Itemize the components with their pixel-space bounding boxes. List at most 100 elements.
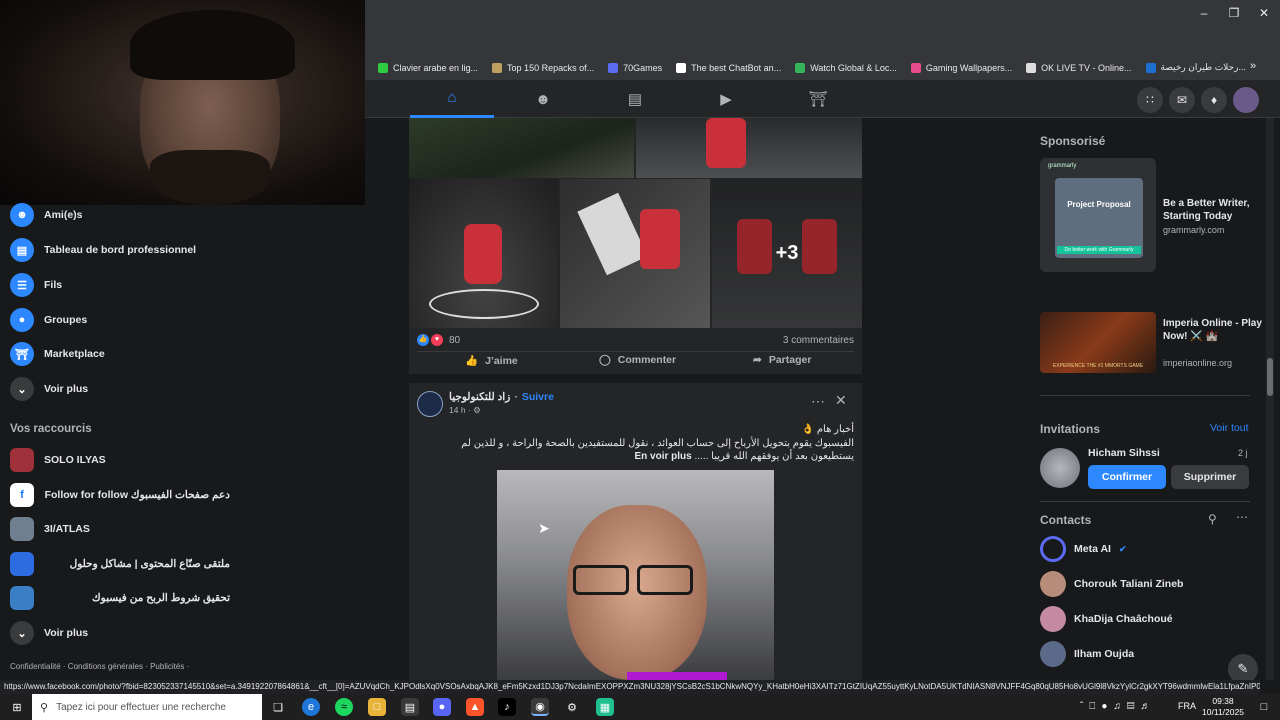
- bookmarks-overflow-icon[interactable]: »: [1250, 60, 1256, 72]
- notification-center-icon[interactable]: □: [1255, 698, 1273, 716]
- brave-icon[interactable]: ▲: [466, 698, 484, 716]
- chrome-icon[interactable]: ◉: [531, 698, 549, 716]
- feed-post-text: زاد للتكنولوجيا · Suivre 14 h · ⚙ ⋯ ✕ أخ…: [409, 383, 862, 680]
- messenger-icon[interactable]: ✉: [1169, 87, 1195, 113]
- bookmark-item[interactable]: OK LIVE TV - Online...: [1026, 62, 1132, 73]
- contact-item[interactable]: KhaDija Chaâchoué: [1040, 605, 1173, 633]
- bookmark-label: رحلات طيران رخيصة...: [1160, 62, 1246, 72]
- left-nav-item[interactable]: ● Groupes: [10, 305, 87, 335]
- left-nav-item[interactable]: ☰ Fils: [10, 270, 62, 300]
- contact-item[interactable]: Chorouk Taliani Zineb: [1040, 570, 1183, 598]
- bookmark-item[interactable]: 70Games: [608, 62, 662, 73]
- file-explorer-icon[interactable]: □: [368, 698, 386, 716]
- comment-button[interactable]: ◯ Commenter: [599, 354, 676, 366]
- shortcut-item[interactable]: ملتقى صنّاع المحتوى | مشاكل وحلول: [10, 549, 230, 579]
- shortcut-label: SOLO ILYAS: [44, 454, 106, 466]
- delete-button[interactable]: Supprimer: [1171, 465, 1249, 489]
- share-button[interactable]: ➦ Partager: [753, 354, 811, 366]
- footer-links[interactable]: Confidentialité · Conditions générales ·…: [10, 662, 189, 671]
- invite-time: 2 j: [1238, 448, 1248, 458]
- post-photo-2[interactable]: [636, 118, 862, 178]
- follow-link[interactable]: Suivre: [522, 391, 554, 403]
- invite-name[interactable]: Hicham Sihssi: [1088, 447, 1160, 459]
- shortcut-item[interactable]: 3I/ATLAS: [10, 514, 90, 544]
- ad-imperia-image[interactable]: EXPERIENCE THE #1 MMORTS GAME: [1040, 312, 1156, 373]
- shortcut-item[interactable]: f Follow for follow دعم صفحات الفيسبوك: [10, 480, 230, 510]
- comment-bubble-icon: ◯: [599, 354, 611, 366]
- left-nav-item[interactable]: ▤ Tableau de bord professionnel: [10, 235, 196, 265]
- bookmark-item[interactable]: The best ChatBot an...: [676, 62, 781, 73]
- contacts-options-icon[interactable]: ⋯: [1236, 510, 1248, 524]
- left-nav-item[interactable]: ☻ Ami(e)s: [10, 200, 83, 230]
- bookmark-favicon-icon: [910, 62, 921, 73]
- windows-start-icon[interactable]: ⊞: [8, 698, 26, 716]
- contact-name: KhaDija Chaâchoué: [1074, 613, 1173, 625]
- ad-imperia-title[interactable]: Imperia Online - Play Now! ⚔️ 🏰: [1163, 317, 1268, 343]
- post-photo-1[interactable]: [409, 118, 634, 178]
- video-tab-icon[interactable]: ▶: [684, 80, 768, 118]
- taskbar-search[interactable]: ⚲ Tapez ici pour effectuer une recherche: [32, 694, 262, 720]
- store-icon[interactable]: ▤: [401, 698, 419, 716]
- confirm-button[interactable]: Confirmer: [1088, 465, 1166, 489]
- scrollbar[interactable]: [1266, 118, 1274, 680]
- post-image[interactable]: [497, 470, 774, 680]
- contact-avatar: [1040, 571, 1066, 597]
- page-avatar[interactable]: [417, 391, 443, 417]
- search-icon: ⚲: [40, 701, 49, 714]
- notifications-bell-icon[interactable]: ♦: [1201, 87, 1227, 113]
- close-post-icon[interactable]: ✕: [835, 392, 847, 409]
- ad-grammarly-title[interactable]: Be a Better Writer, Starting Today: [1163, 197, 1268, 223]
- shortcut-item[interactable]: SOLO ILYAS: [10, 445, 106, 475]
- shortcut-item[interactable]: ⌄ Voir plus: [10, 618, 88, 648]
- steam-icon[interactable]: ⚙: [563, 698, 581, 716]
- friends-tab-icon[interactable]: ☻: [501, 80, 585, 118]
- app-icon[interactable]: ▦: [596, 698, 614, 716]
- left-nav-item[interactable]: ⌄ Voir plus: [10, 374, 88, 404]
- spotify-icon[interactable]: ≈: [335, 698, 353, 716]
- post-photo-5[interactable]: +3: [712, 179, 862, 328]
- edge-icon[interactable]: e: [302, 698, 320, 716]
- see-more-link[interactable]: En voir plus: [634, 451, 691, 462]
- home-tab-icon[interactable]: ⌂: [410, 80, 494, 118]
- page-name[interactable]: زاد للتكنولوجيا: [449, 391, 510, 403]
- language-indicator[interactable]: FRA: [1178, 701, 1196, 711]
- minimize-icon[interactable]: –: [1194, 6, 1214, 20]
- search-icon[interactable]: ⚲: [1208, 512, 1217, 526]
- task-view-icon[interactable]: ❏: [269, 698, 287, 716]
- bookmark-favicon-icon: [492, 62, 503, 73]
- clock[interactable]: 09:38 10/11/2025: [1200, 696, 1246, 718]
- contact-item[interactable]: Ilham Oujda: [1040, 640, 1134, 668]
- reactions[interactable]: 👍 ♥ 80: [417, 334, 460, 346]
- menu-grid-icon[interactable]: ∷: [1137, 87, 1163, 113]
- bookmark-item[interactable]: Watch Global & Loc...: [795, 62, 897, 73]
- comments-count[interactable]: 3 commentaires: [783, 335, 854, 346]
- dashboard-tab-icon[interactable]: ▤: [593, 80, 677, 118]
- more-options-icon[interactable]: ⋯: [811, 393, 825, 410]
- system-tray-icons[interactable]: ˆ⎕●♫▤♬: [1080, 701, 1156, 712]
- like-button[interactable]: 👍 J’aime: [465, 354, 518, 368]
- shortcut-item[interactable]: تحقيق شروط الربح من فيسبوك: [10, 583, 230, 613]
- close-window-icon[interactable]: ✕: [1254, 6, 1274, 20]
- profile-avatar[interactable]: [1233, 87, 1259, 113]
- contact-item[interactable]: Meta AI ✔: [1040, 535, 1127, 563]
- bookmark-item[interactable]: رحلات طيران رخيصة...: [1145, 62, 1246, 73]
- bookmark-item[interactable]: Gaming Wallpapers...: [910, 62, 1012, 73]
- more-photos-count[interactable]: +3: [712, 179, 862, 328]
- left-nav-item[interactable]: ⛩ Marketplace: [10, 339, 105, 369]
- post-photo-3[interactable]: [409, 179, 558, 328]
- post-photo-4[interactable]: [560, 179, 710, 328]
- friends-icon: ☻: [10, 203, 34, 227]
- ad-grammarly-image[interactable]: grammarly Project Proposal Do better wor…: [1040, 158, 1156, 272]
- post-text: أخبار هام 👌 الفيسبوك يقوم بتحويل الأرباح…: [461, 424, 854, 462]
- bookmark-item[interactable]: Top 150 Repacks of...: [492, 62, 594, 73]
- invite-avatar[interactable]: [1040, 448, 1080, 488]
- bookmark-item[interactable]: Clavier arabe en lig...: [378, 62, 478, 73]
- discord-icon[interactable]: ●: [433, 698, 451, 716]
- tiktok-icon[interactable]: ♪: [498, 698, 516, 716]
- taskbar-search-placeholder: Tapez ici pour effectuer une recherche: [56, 701, 226, 713]
- see-all-link[interactable]: Voir tout: [1210, 422, 1249, 434]
- verified-icon: ✔: [1118, 543, 1127, 554]
- maximize-icon[interactable]: ❐: [1224, 6, 1244, 20]
- invitations-title: Invitations: [1040, 422, 1101, 436]
- marketplace-tab-icon[interactable]: ⛩: [776, 80, 860, 118]
